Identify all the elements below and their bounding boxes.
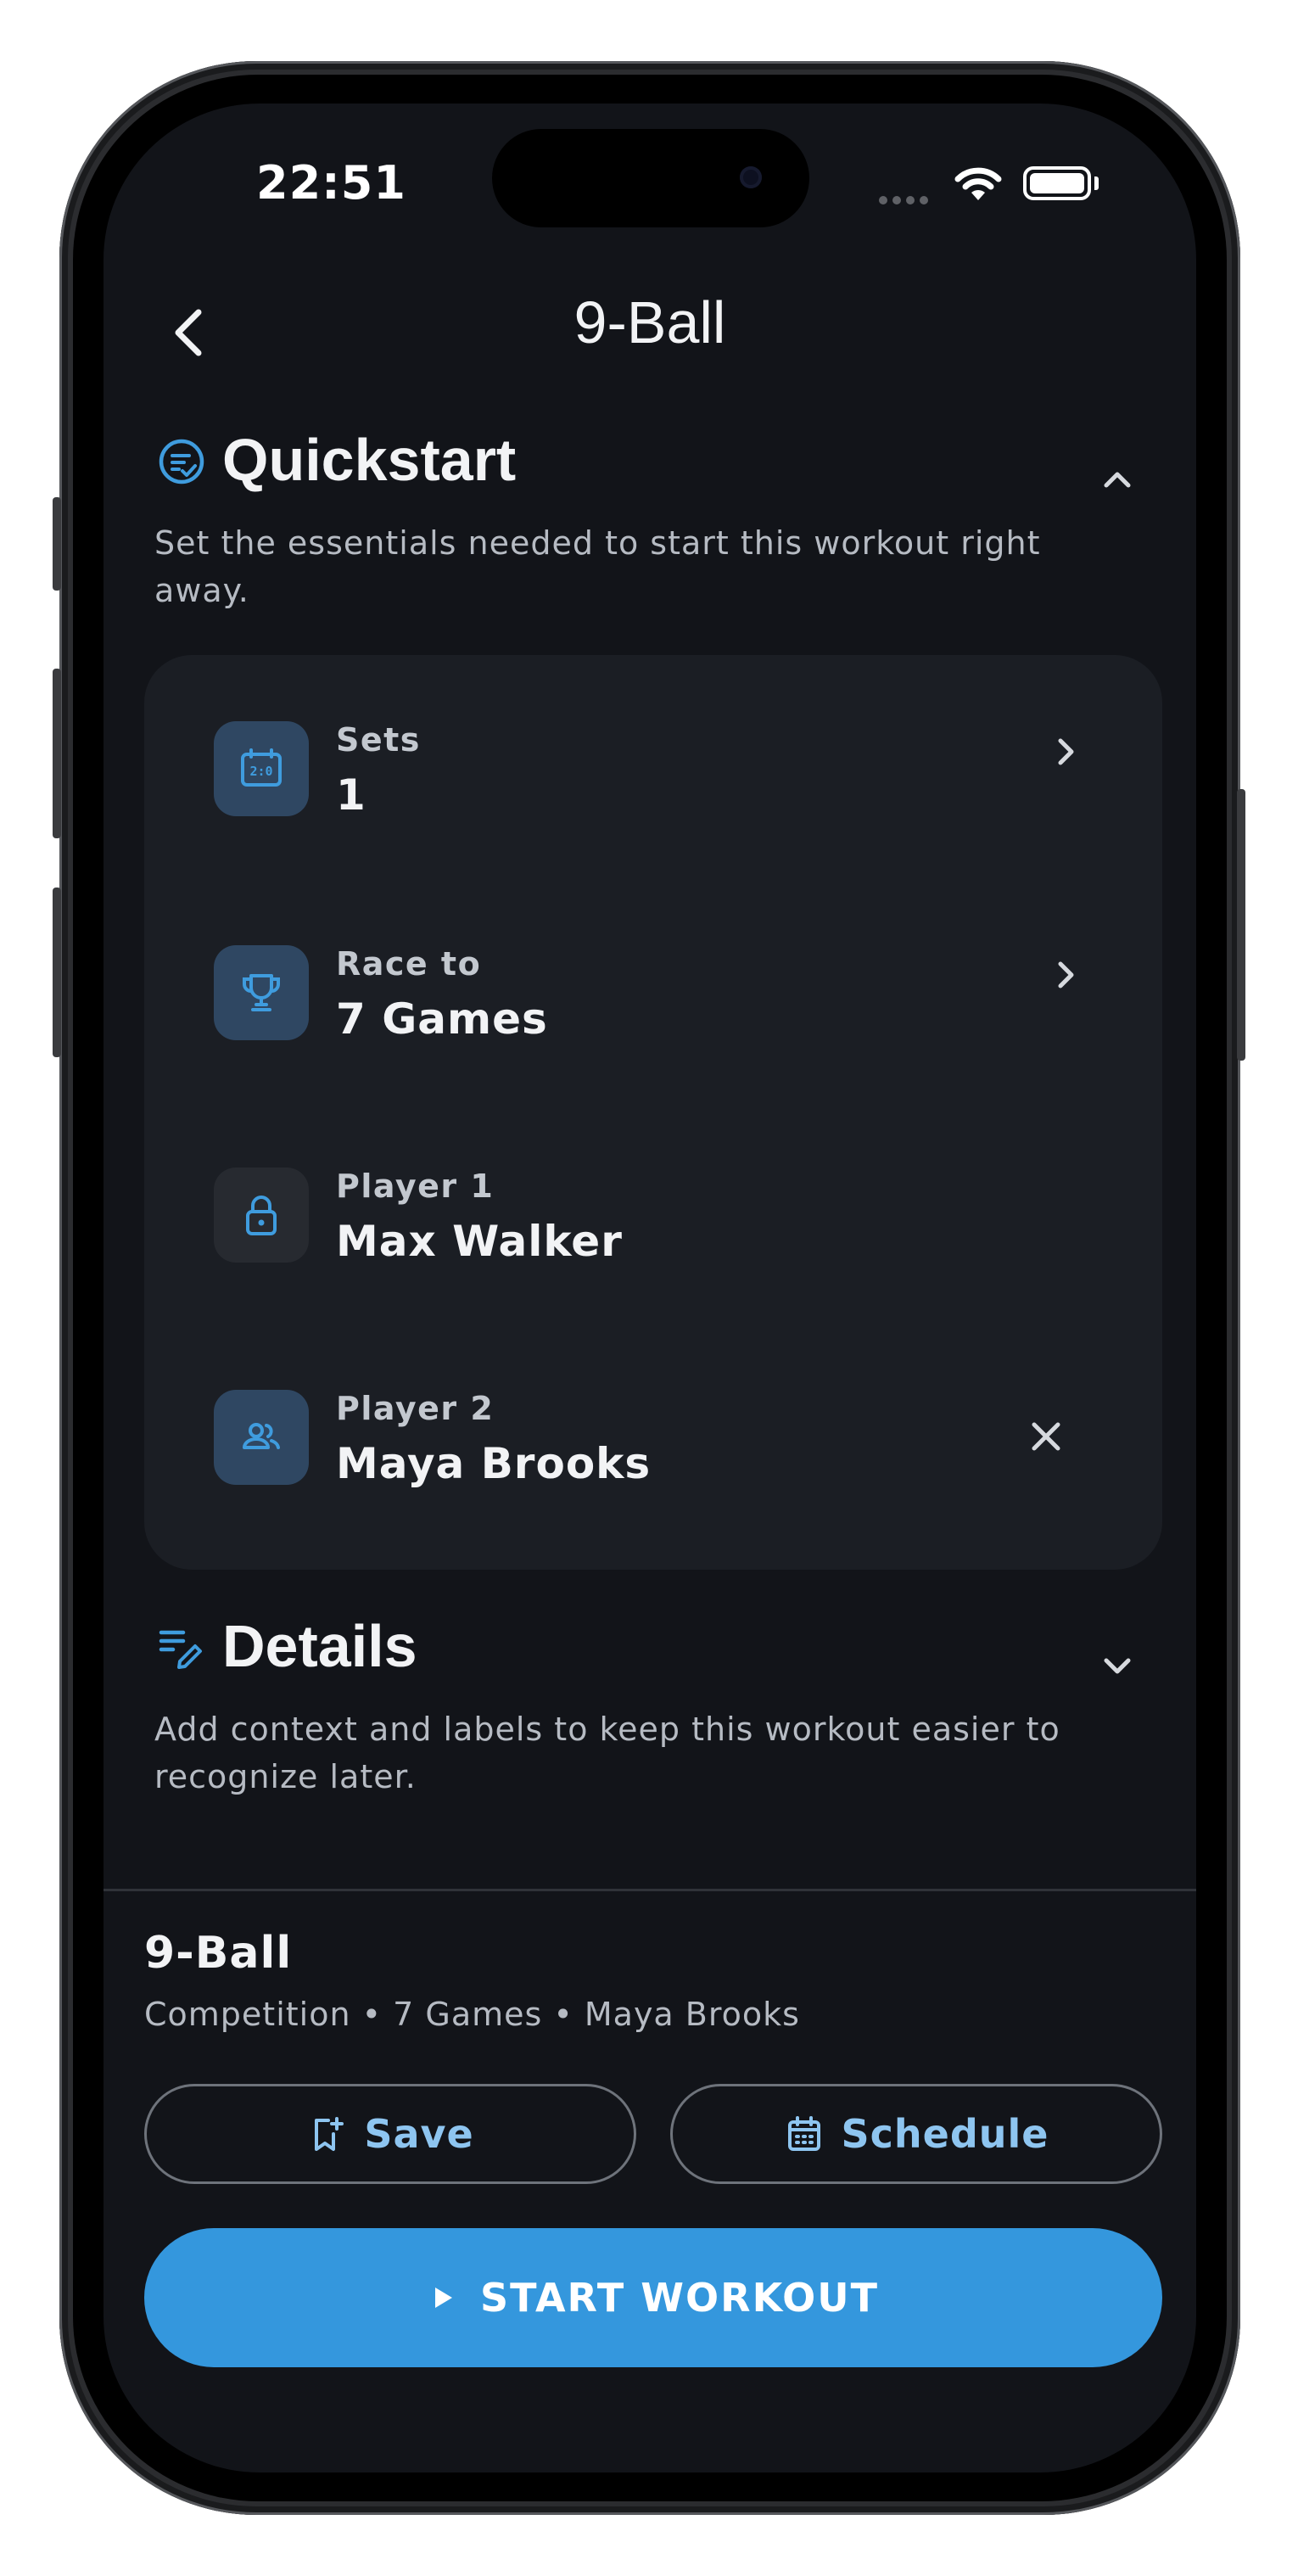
save-label: Save <box>364 2111 474 2157</box>
sets-row[interactable]: 2:0 Sets 1 <box>144 694 1162 889</box>
race-to-value: 7 Games <box>336 994 548 1044</box>
volume-up-button <box>53 669 61 838</box>
play-icon <box>435 2288 453 2308</box>
group-icon <box>214 1390 309 1485</box>
schedule-button[interactable]: Schedule <box>670 2084 1162 2184</box>
lock-icon <box>214 1168 309 1263</box>
page-title: 9-Ball <box>573 289 726 356</box>
race-to-label: Race to <box>336 945 482 983</box>
divider <box>104 1889 1196 1891</box>
bookmark-add-icon <box>315 2117 344 2151</box>
player-2-value: Maya Brooks <box>336 1439 652 1488</box>
schedule-label: Schedule <box>841 2111 1049 2157</box>
collapse-quickstart-button[interactable] <box>1088 450 1147 509</box>
player-2-row[interactable]: Player 2 Maya Brooks <box>144 1361 1162 1556</box>
details-description: Add context and labels to keep this work… <box>154 1711 1060 1795</box>
quickstart-description: Set the essentials needed to start this … <box>154 524 1041 609</box>
battery-icon <box>1023 166 1091 200</box>
player-1-value: Max Walker <box>336 1217 623 1266</box>
save-button[interactable]: Save <box>144 2084 636 2184</box>
player-2-label: Player 2 <box>336 1390 495 1427</box>
camera-icon <box>740 166 762 188</box>
action-button <box>53 497 61 591</box>
chevron-right-icon[interactable] <box>1035 722 1094 781</box>
details-title: Details <box>222 1613 417 1679</box>
player-1-row: Player 1 Max Walker <box>144 1139 1162 1334</box>
race-to-row[interactable]: Race to 7 Games <box>144 916 1162 1112</box>
chevron-right-icon[interactable] <box>1035 945 1094 1005</box>
checklist-icon <box>156 436 207 487</box>
scoreboard-icon: 2:0 <box>214 721 309 816</box>
chevron-up-icon <box>1104 472 1131 488</box>
close-icon[interactable] <box>1016 1407 1076 1466</box>
status-time: 22:51 <box>256 156 406 210</box>
volume-down-button <box>53 888 61 1057</box>
svg-text:2:0: 2:0 <box>249 764 272 779</box>
summary-subtitle: Competition • 7 Games • Maya Brooks <box>144 1996 800 2033</box>
quickstart-card: 2:0 Sets 1 Race to 7 Games Player 1 Max … <box>144 655 1162 1570</box>
trophy-icon <box>214 945 309 1040</box>
chevron-down-icon <box>1104 1658 1131 1674</box>
sets-value: 1 <box>336 770 366 820</box>
edit-notes-icon <box>156 1622 207 1673</box>
player-1-label: Player 1 <box>336 1168 495 1205</box>
expand-details-button[interactable] <box>1088 1636 1147 1695</box>
start-workout-label: START WORKOUT <box>480 2275 879 2321</box>
quickstart-title: Quickstart <box>222 427 517 493</box>
start-workout-button[interactable]: START WORKOUT <box>144 2228 1162 2367</box>
app-screen: 22:51 9-Ball Quickstart Set the essentia… <box>104 104 1196 2472</box>
power-button <box>1237 789 1245 1061</box>
wifi-icon <box>954 166 1003 207</box>
calendar-icon <box>787 2116 820 2151</box>
battery-tip <box>1094 176 1099 190</box>
sets-label: Sets <box>336 721 421 759</box>
summary-title: 9-Ball <box>144 1928 293 1979</box>
cellular-signal-icon <box>879 192 933 208</box>
